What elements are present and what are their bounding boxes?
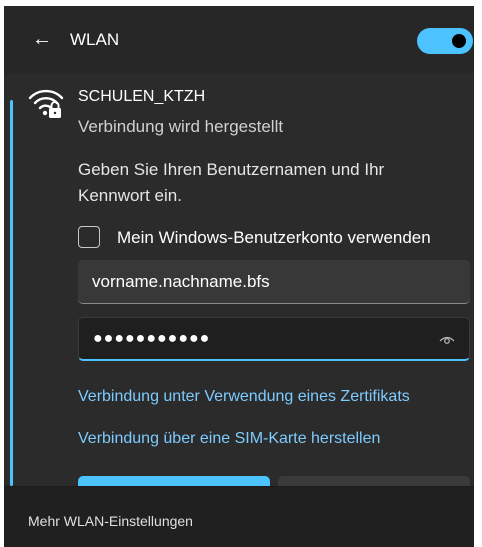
- toggle-knob: [452, 34, 466, 48]
- wifi-flyout: ← WLAN SCHULEN_KTZH Verbindung wird herg…: [0, 0, 482, 547]
- page-title: WLAN: [70, 30, 120, 49]
- flyout-header: ← WLAN: [4, 6, 474, 74]
- wifi-secured-icon: [28, 89, 64, 118]
- reveal-password-icon[interactable]: [439, 333, 455, 345]
- use-windows-account-checkbox[interactable]: [78, 226, 100, 248]
- connect-with-certificate-link[interactable]: Verbindung unter Verwendung eines Zertif…: [78, 388, 410, 406]
- flyout-footer: Mehr WLAN-Einstellungen: [4, 486, 474, 547]
- username-field[interactable]: vorname.nachname.bfs: [78, 260, 470, 304]
- selection-accent-bar: [10, 100, 13, 486]
- username-value: vorname.nachname.bfs: [92, 272, 270, 291]
- back-arrow-icon[interactable]: ←: [32, 28, 52, 50]
- screen-edge-right: [474, 0, 482, 547]
- connection-status: Verbindung wird hergestellt: [78, 117, 284, 136]
- connect-with-sim-link[interactable]: Verbindung über eine SIM-Karte herstelle…: [78, 430, 380, 448]
- network-name: SCHULEN_KTZH: [78, 88, 206, 105]
- screen-edge-left: [0, 0, 4, 547]
- wlan-toggle[interactable]: [417, 28, 473, 54]
- credentials-prompt: Geben Sie Ihren Benutzernamen und Ihr Ke…: [78, 160, 385, 205]
- password-value: ●●●●●●●●●●●: [93, 330, 211, 347]
- more-wlan-settings-link[interactable]: Mehr WLAN-Einstellungen: [28, 513, 193, 529]
- screen-edge-top: [0, 0, 482, 6]
- checkbox-label[interactable]: Mein Windows-Benutzerkonto verwenden: [117, 228, 431, 248]
- password-field[interactable]: ●●●●●●●●●●●: [78, 317, 470, 361]
